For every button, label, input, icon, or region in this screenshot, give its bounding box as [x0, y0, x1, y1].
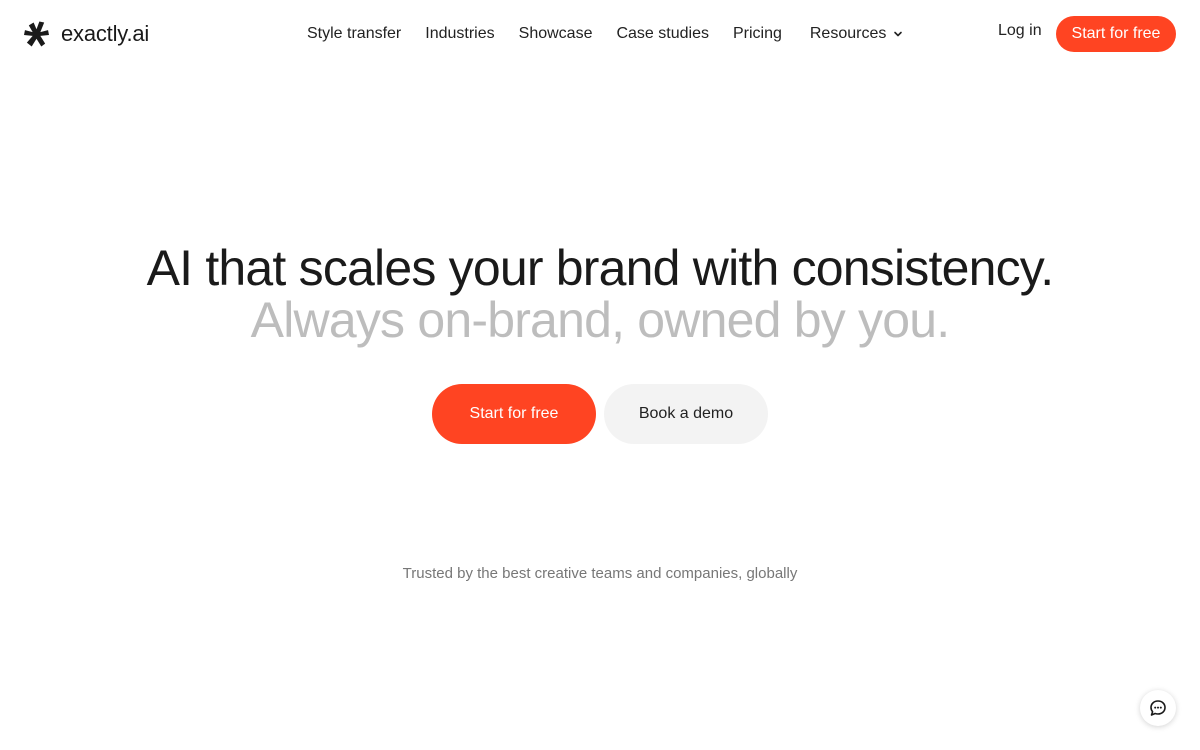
nav-resources-dropdown[interactable]: Resources: [810, 25, 903, 43]
chat-bubble-icon: [1150, 700, 1166, 716]
nav-style-transfer[interactable]: Style transfer: [307, 25, 401, 43]
login-link[interactable]: Log in: [998, 22, 1042, 40]
hero-headline: AI that scales your brand with consisten…: [146, 240, 1055, 296]
hero-cta-group: Start for free Book a demo: [432, 384, 768, 444]
brand-name: exactly.ai: [61, 21, 150, 46]
start-free-button[interactable]: Start for free: [432, 384, 596, 444]
chevron-down-icon: [894, 31, 903, 37]
nav-showcase[interactable]: Showcase: [519, 25, 593, 43]
book-demo-button[interactable]: Book a demo: [604, 384, 768, 444]
nav-resources-label: Resources: [809, 25, 887, 42]
hero-heading-block: AI that scales your brand with consisten…: [0, 236, 1200, 346]
top-navigation-bar: exactly.ai Style transfer Industries Sho…: [0, 0, 1200, 68]
trusted-by-text: Trusted by the best creative teams and c…: [402, 565, 798, 582]
start-free-button-header[interactable]: Start for free: [1056, 16, 1176, 52]
brand-logo-link[interactable]: exactly.ai: [24, 20, 149, 48]
hero-subheadline: Always on-brand, owned by you.: [250, 292, 950, 348]
nav-pricing[interactable]: Pricing: [733, 25, 782, 43]
chat-widget-button[interactable]: [1140, 690, 1176, 726]
asterisk-logo-icon: [24, 21, 49, 47]
nav-industries[interactable]: Industries: [425, 25, 494, 43]
main-nav: Style transfer Industries Showcase Case …: [307, 22, 903, 46]
nav-case-studies[interactable]: Case studies: [616, 25, 709, 43]
